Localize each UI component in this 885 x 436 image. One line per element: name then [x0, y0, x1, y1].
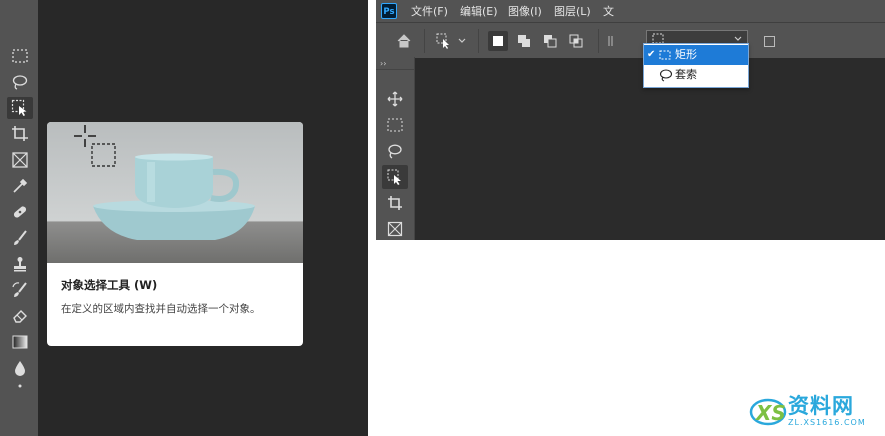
menu-bar: Ps 文件(F) 编辑(E) 图像(I) 图层(L) 文: [376, 0, 885, 22]
svg-text:XS: XS: [754, 401, 786, 425]
eraser-icon[interactable]: [7, 305, 33, 327]
watermark-text: 资料网: [788, 394, 854, 418]
add-to-selection-icon[interactable]: [514, 31, 534, 51]
menu-file[interactable]: 文件(F): [411, 3, 448, 19]
watermark-logo-icon: XS: [749, 398, 787, 426]
separator: [598, 29, 599, 53]
rectangular-marquee-icon[interactable]: [382, 113, 408, 137]
history-brush-icon[interactable]: [7, 279, 33, 301]
mini-toolbar: ››: [376, 57, 415, 240]
watermark: XS 资料网 ZL.XS1616.COM: [746, 386, 885, 436]
collapse-icon[interactable]: ››: [380, 59, 386, 68]
object-selection-icon[interactable]: [382, 165, 408, 189]
check-icon: ✔: [647, 49, 656, 60]
checkbox[interactable]: [762, 31, 776, 51]
rectangular-marquee-icon[interactable]: [7, 45, 33, 67]
brush-icon[interactable]: [7, 227, 33, 249]
spot-healing-icon[interactable]: [7, 201, 33, 223]
left-toolbar: [0, 0, 38, 436]
separator: [424, 29, 425, 53]
options-bar: [376, 22, 885, 58]
eyedropper-icon[interactable]: [7, 175, 33, 197]
watermark-url: ZL.XS1616.COM: [788, 418, 866, 427]
subtract-from-selection-icon[interactable]: [540, 31, 560, 51]
left-workspace: 对象选择工具 (W) 在定义的区域内查找并自动选择一个对象。: [0, 0, 368, 436]
photoshop-window: Ps 文件(F) 编辑(E) 图像(I) 图层(L) 文 ✔ 矩形 套索 ››: [376, 0, 885, 240]
tool-preset-icon[interactable]: [434, 31, 454, 51]
crop-icon[interactable]: [7, 123, 33, 145]
move-icon[interactable]: [382, 87, 408, 111]
tooltip-description: 在定义的区域内查找并自动选择一个对象。: [61, 303, 261, 315]
mode-dropdown-menu: ✔ 矩形 套索: [643, 43, 749, 88]
intersect-selection-icon[interactable]: [566, 31, 586, 51]
menu-text[interactable]: 文: [603, 3, 614, 19]
dropdown-item-rectangle[interactable]: ✔ 矩形: [644, 45, 748, 65]
menu-layer[interactable]: 图层(L): [554, 3, 591, 19]
crop-icon[interactable]: [382, 191, 408, 215]
separator: [376, 69, 414, 70]
more-tools-icon[interactable]: [7, 380, 33, 390]
dropdown-item-label: 套索: [675, 68, 697, 81]
tool-tooltip-card: 对象选择工具 (W) 在定义的区域内查找并自动选择一个对象。: [47, 122, 303, 346]
gradient-icon[interactable]: [7, 331, 33, 353]
tooltip-title: 对象选择工具 (W): [61, 278, 158, 292]
object-selection-icon[interactable]: [7, 97, 33, 119]
lasso-icon: [659, 69, 673, 82]
cup-illustration: [74, 125, 255, 240]
chevron-down-icon[interactable]: [456, 31, 468, 51]
menu-edit[interactable]: 编辑(E): [460, 3, 498, 19]
home-icon[interactable]: [394, 31, 414, 51]
dropdown-item-lasso[interactable]: 套索: [644, 65, 748, 85]
dropdown-item-label: 矩形: [675, 48, 697, 61]
tooltip-preview-image: [47, 122, 303, 263]
lasso-icon[interactable]: [7, 71, 33, 93]
new-selection-icon[interactable]: [488, 31, 508, 51]
frame-icon[interactable]: [7, 149, 33, 171]
rectangle-marquee-icon: [659, 50, 671, 60]
ps-logo: Ps: [381, 3, 397, 19]
clone-stamp-icon[interactable]: [7, 253, 33, 275]
lasso-icon[interactable]: [382, 139, 408, 163]
menu-image[interactable]: 图像(I): [508, 3, 542, 19]
frame-icon[interactable]: [382, 217, 408, 241]
sample-all-layers-icon[interactable]: [606, 31, 616, 51]
separator: [478, 29, 479, 53]
